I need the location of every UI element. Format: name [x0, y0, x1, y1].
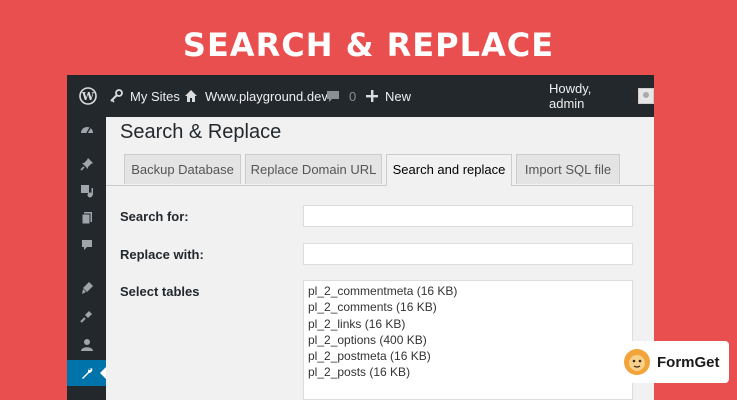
site-name-menu[interactable]: Www.playground.dev: [184, 75, 328, 117]
comments-icon[interactable]: [67, 232, 106, 258]
my-sites-label: My Sites: [130, 88, 180, 104]
users-icon[interactable]: [67, 332, 106, 358]
account-menu[interactable]: Howdy, admin: [549, 75, 654, 117]
comments-count: 0: [349, 88, 357, 104]
key-icon: [110, 89, 123, 103]
comment-bubble-icon: [327, 91, 339, 102]
wordpress-logo-icon[interactable]: W: [79, 75, 97, 117]
replace-with-label: Replace with:: [120, 247, 204, 262]
tab-backup-database[interactable]: Backup Database: [124, 154, 241, 184]
tab-search-and-replace[interactable]: Search and replace: [386, 154, 512, 186]
plugins-icon[interactable]: [67, 303, 106, 329]
table-option[interactable]: pl_2_postmeta (16 KB): [308, 348, 628, 364]
avatar: [638, 88, 654, 104]
table-option[interactable]: pl_2_commentmeta (16 KB): [308, 283, 628, 299]
new-content-menu[interactable]: New: [366, 75, 411, 117]
media-icon[interactable]: [67, 178, 106, 204]
comments-menu[interactable]: 0: [326, 75, 356, 117]
table-option[interactable]: pl_2_posts (16 KB): [308, 364, 628, 380]
tab-bar: Backup Database Replace Domain URL Searc…: [106, 154, 654, 186]
banner-title: SEARCH & REPLACE: [182, 26, 555, 64]
admin-sidebar: [67, 117, 106, 400]
wp-admin-screenshot: W My Sites Www.playground.dev 0 New Howd…: [67, 75, 654, 400]
appearance-icon[interactable]: [67, 275, 106, 301]
formget-badge: FormGet: [617, 341, 729, 383]
tools-icon[interactable]: [67, 360, 106, 386]
admin-bar: W My Sites Www.playground.dev 0 New Howd…: [67, 75, 654, 117]
dashboard-icon[interactable]: [67, 117, 106, 143]
formget-lion-icon: [624, 349, 650, 375]
page-title: Search & Replace: [120, 121, 282, 143]
replace-with-input[interactable]: [303, 243, 633, 265]
select-tables-listbox[interactable]: pl_2_commentmeta (16 KB) pl_2_comments (…: [303, 280, 633, 400]
my-sites-menu[interactable]: My Sites: [109, 75, 180, 117]
formget-text: FormGet: [657, 353, 720, 371]
pin-icon[interactable]: [67, 151, 106, 177]
pages-icon[interactable]: [67, 205, 106, 231]
new-label: New: [385, 88, 412, 104]
search-for-label: Search for:: [120, 209, 189, 224]
howdy-greeting: Howdy, admin: [549, 81, 592, 111]
site-name-label: Www.playground.dev: [205, 88, 328, 104]
tab-replace-domain-url[interactable]: Replace Domain URL: [245, 154, 382, 184]
plus-icon: [366, 90, 378, 102]
table-option[interactable]: pl_2_options (400 KB): [308, 332, 628, 348]
main-content: Search & Replace Backup Database Replace…: [106, 117, 654, 400]
svg-text:W: W: [81, 90, 95, 103]
select-tables-label: Select tables: [120, 284, 200, 299]
table-option[interactable]: pl_2_comments (16 KB): [308, 299, 628, 315]
search-for-input[interactable]: [303, 205, 633, 227]
home-icon: [185, 90, 197, 102]
table-option[interactable]: pl_2_links (16 KB): [308, 316, 628, 332]
tab-import-sql-file[interactable]: Import SQL file: [516, 154, 620, 184]
